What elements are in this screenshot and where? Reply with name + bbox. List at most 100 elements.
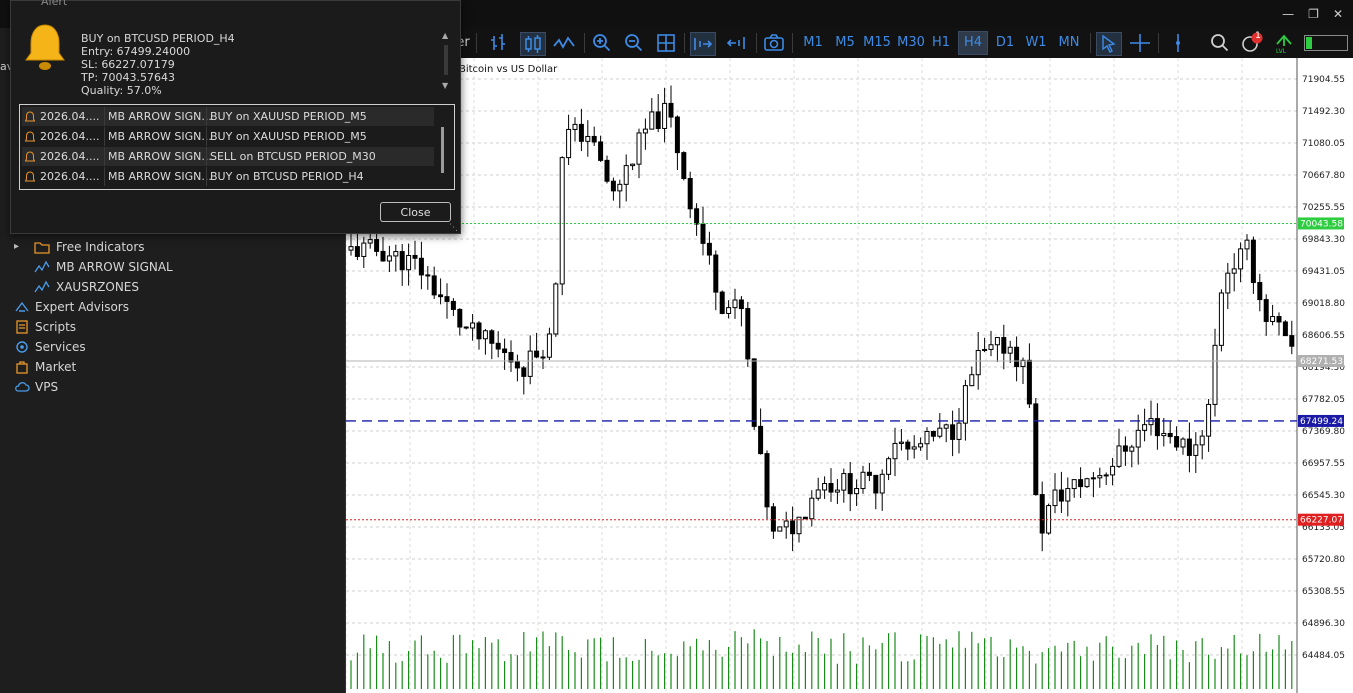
alert-title: Alert	[41, 0, 68, 8]
message-scrollbar[interactable]: ▲ ▼	[441, 31, 451, 91]
screenshot-camera-icon[interactable]	[762, 32, 786, 54]
candle-body	[1058, 489, 1064, 502]
signal-level-icon[interactable]: LVL	[1272, 32, 1296, 54]
candle-body	[566, 128, 572, 159]
candle-body	[1065, 488, 1071, 502]
timeframe-m30[interactable]: M30	[896, 32, 926, 54]
cursor-arrow-icon[interactable]	[1096, 32, 1122, 56]
alert-history-row[interactable]: 2026.04.... MB ARROW SIGN... BUY on BTCU…	[22, 167, 434, 186]
message-scrollbar-thumb[interactable]	[444, 45, 448, 75]
price-chart[interactable]: 71904.55 71492.30 71080.05 70667.80 70255.55…	[346, 58, 1353, 693]
notification-count-badge: 1	[1255, 31, 1261, 41]
timeframe-mn[interactable]: MN	[1056, 32, 1082, 54]
alert-history-row[interactable]: 2026.04.... MB ARROW SIGN... SELL on BTC…	[22, 147, 434, 166]
candle-body	[553, 283, 559, 335]
vertical-line-icon[interactable]	[1166, 32, 1190, 54]
timeframe-h1[interactable]: H1	[930, 32, 952, 54]
candle-body	[1071, 479, 1077, 490]
candle-body	[943, 424, 949, 429]
price-axis-tick: 71080.05	[1302, 139, 1345, 149]
candle-body	[527, 350, 533, 377]
crosshair-icon[interactable]	[1128, 32, 1152, 54]
nav-item-label: Market	[35, 360, 77, 374]
candle-body	[489, 330, 495, 344]
bell-small-icon	[25, 131, 35, 142]
scroll-up-icon[interactable]: ▲	[442, 31, 448, 40]
candle-body	[636, 132, 642, 165]
candle-body	[1167, 432, 1173, 438]
candle-body	[559, 157, 565, 285]
scroll-down-icon[interactable]: ▼	[442, 81, 448, 90]
scripts-icon	[16, 320, 28, 334]
candle-body	[1142, 424, 1148, 431]
candle-body	[1250, 239, 1256, 284]
candle-body	[1001, 337, 1007, 354]
candle-body	[1052, 489, 1058, 507]
candle-body	[623, 165, 629, 185]
close-window-icon[interactable]: ✕	[1333, 7, 1343, 21]
candle-body	[508, 352, 514, 363]
candle-body	[1161, 432, 1167, 437]
close-button[interactable]: Close	[380, 202, 451, 222]
price-axis-tick: 70667.80	[1302, 171, 1345, 181]
timeframe-m15[interactable]: M15	[862, 32, 892, 54]
zoom-out-icon[interactable]	[622, 32, 646, 54]
price-axis-tick: 66957.55	[1302, 459, 1345, 469]
tile-windows-icon[interactable]	[654, 32, 678, 54]
candle-body	[412, 254, 418, 259]
candle-body	[898, 441, 904, 444]
bar-chart-icon[interactable]	[488, 32, 512, 54]
candle-body	[975, 350, 981, 376]
candlestick-chart-icon[interactable]	[520, 32, 546, 56]
search-icon[interactable]	[1208, 32, 1232, 54]
chart-shift-icon[interactable]	[724, 32, 748, 54]
line-chart-icon[interactable]	[552, 32, 576, 54]
alert-message-line: Quality: 57.0%	[81, 84, 162, 97]
resize-grip-icon[interactable]: ⋱	[449, 223, 458, 233]
candle-body	[514, 361, 520, 369]
candle-body	[713, 254, 719, 293]
restore-icon[interactable]: ❐	[1308, 7, 1319, 21]
minimize-icon[interactable]: —	[1282, 7, 1294, 21]
history-scrollbar-thumb[interactable]	[441, 127, 444, 173]
toolbar-separator	[476, 33, 477, 53]
nav-item-label: Scripts	[35, 320, 77, 334]
candle-body	[1110, 465, 1116, 476]
alert-message-line: Entry: 67499.24000	[81, 45, 191, 58]
candle-body	[956, 422, 962, 440]
candle-body	[1084, 478, 1090, 488]
alert-source: MB ARROW SIGN...	[104, 167, 212, 186]
alert-history-list: 2026.04.... MB ARROW SIGN... BUY on XAUU…	[19, 104, 455, 190]
alert-history-row[interactable]: 2026.04.... MB ARROW SIGN... BUY on XAUU…	[22, 127, 434, 146]
candle-body	[834, 489, 840, 493]
chevron-right-icon[interactable]: ▸	[14, 238, 19, 256]
alert-source: MB ARROW SIGN...	[104, 107, 212, 126]
timeframe-m5[interactable]: M5	[832, 32, 858, 54]
alert-text: BUY on BTCUSD PERIOD_H4	[206, 167, 438, 186]
indicator-icon	[34, 280, 50, 293]
level-label-sl: 66227.07	[1300, 516, 1343, 526]
candle-body	[1193, 444, 1199, 456]
candle-body	[892, 442, 898, 460]
auto-scroll-icon[interactable]	[690, 32, 716, 56]
candle-body	[1225, 272, 1231, 294]
timeframe-w1[interactable]: W1	[1024, 32, 1048, 54]
candle-body	[758, 425, 764, 455]
candle-body	[367, 239, 373, 244]
candle-body	[1289, 335, 1295, 347]
candle-body	[649, 111, 655, 130]
chart-canvas[interactable]: 71904.55 71492.30 71080.05 70667.80 70255.55…	[346, 58, 1353, 693]
timeframe-m1[interactable]: M1	[800, 32, 826, 54]
candle-body	[879, 473, 885, 494]
candle-body	[873, 474, 879, 494]
candle-body	[1282, 321, 1288, 337]
timeframe-h4[interactable]: H4	[958, 31, 988, 55]
alert-history-row[interactable]: 2026.04.... MB ARROW SIGN... BUY on XAUU…	[22, 107, 434, 126]
candle-body	[1186, 438, 1192, 456]
candle-body	[969, 374, 975, 387]
zoom-in-icon[interactable]	[590, 32, 614, 54]
candle-body	[521, 367, 527, 377]
timeframe-d1[interactable]: D1	[994, 32, 1016, 54]
candle-body	[572, 123, 578, 130]
candle-body	[687, 177, 693, 210]
